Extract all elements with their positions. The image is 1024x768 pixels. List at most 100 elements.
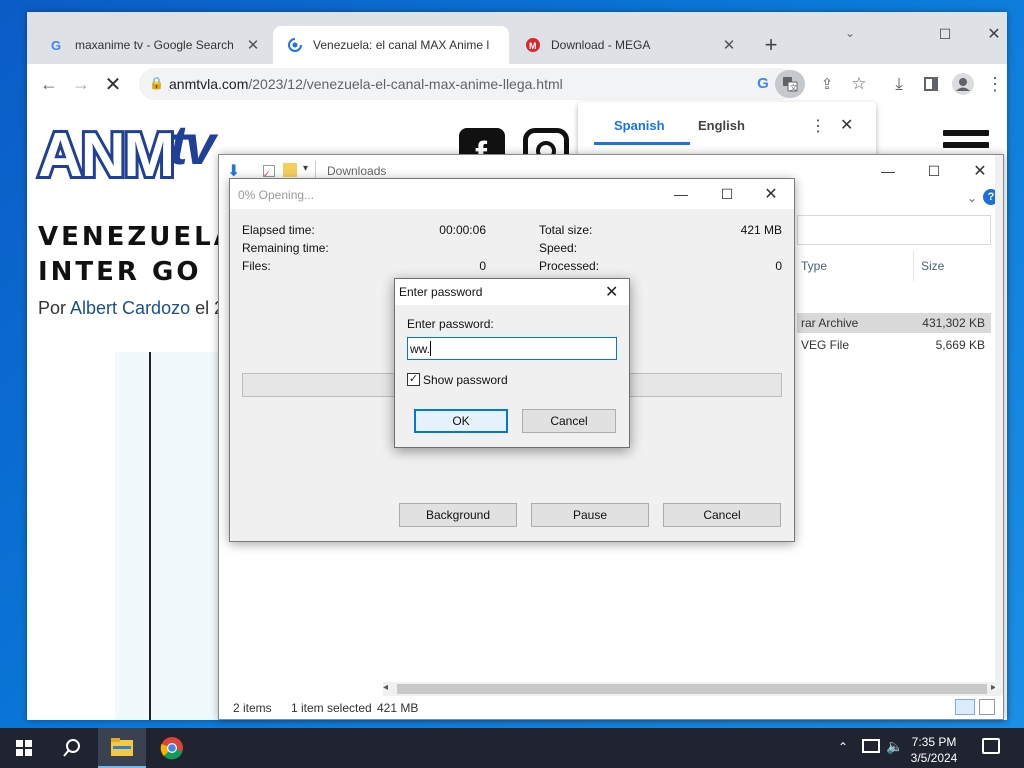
selected-count: 1 item selected [291, 701, 372, 715]
large-icons-view-icon[interactable] [979, 699, 995, 715]
translate-icon[interactable]: 文 [775, 70, 805, 98]
tab-venezuela[interactable]: Venezuela: el canal MAX Anime l [273, 26, 509, 64]
file-size: 431,302 KB [922, 316, 985, 330]
search-icon[interactable] [48, 728, 96, 768]
back-icon[interactable]: ← [35, 70, 63, 98]
folder-icon[interactable] [283, 163, 297, 177]
progress-titlebar: 0% Opening... — ☐ ✕ [230, 179, 794, 209]
maximize-icon[interactable]: ☐ [933, 26, 957, 46]
show-hidden-icons-icon[interactable]: ⌃ [838, 740, 848, 754]
close-translate-icon[interactable]: ✕ [840, 115, 853, 135]
tab-title: Venezuela: el canal MAX Anime l [313, 38, 490, 52]
active-tab-indicator [594, 142, 690, 145]
elapsed-value: 00:00:06 [439, 223, 486, 237]
tab-title: maxanime tv - Google Search [75, 38, 234, 52]
details-view-icon[interactable] [955, 699, 975, 715]
network-icon[interactable] [862, 739, 880, 753]
menu-kebab-icon[interactable]: ⋮ [981, 70, 1007, 98]
cancel-button[interactable]: Cancel [522, 409, 616, 433]
new-tab-button[interactable]: + [759, 34, 783, 58]
type-column-header[interactable]: Type [801, 259, 827, 273]
file-row[interactable]: VEG File 5,669 KB [797, 335, 991, 355]
size-column-header[interactable]: Size [921, 259, 944, 273]
file-explorer-taskbar-button[interactable] [98, 728, 146, 768]
author-link[interactable]: Albert Cardozo [70, 298, 190, 318]
start-button[interactable] [0, 728, 48, 768]
explorer-title: Downloads [327, 164, 387, 178]
side-panel-icon[interactable] [917, 70, 945, 98]
files-value: 0 [479, 259, 486, 273]
lock-icon: 🔒 [149, 76, 164, 90]
close-dialog-icon[interactable]: ✕ [605, 282, 618, 302]
lang-source-tab[interactable]: Spanish [614, 118, 665, 133]
password-prompt: Enter password: [407, 317, 494, 331]
site-logo[interactable]: ANM [35, 118, 178, 193]
translate-options-icon[interactable]: ⋮ [810, 116, 826, 136]
maximize-icon[interactable]: ☐ [911, 155, 957, 187]
files-label: Files: [242, 259, 271, 273]
browser-toolbar: ← → ✕ 🔒 anmtvla.com/2023/12/venezuela-el… [27, 64, 1007, 104]
column-header-row: Type Size [797, 251, 991, 295]
password-value: ww. [410, 342, 431, 356]
url-domain: anmtvla.com [169, 76, 249, 92]
horizontal-scrollbar[interactable]: ◂ ▸ [383, 682, 1001, 696]
close-dialog-icon[interactable]: ✕ [748, 179, 794, 209]
close-tab-icon[interactable]: ✕ [721, 37, 737, 54]
show-password-checkbox[interactable]: ✓ [407, 373, 420, 386]
password-input[interactable]: ww. [407, 337, 617, 360]
byline-prefix: Por [38, 298, 71, 318]
url-text: anmtvla.com/2023/12/venezuela-el-canal-m… [169, 76, 563, 92]
site-logo-tv: tv [169, 113, 216, 176]
tab-mega[interactable]: M Download - MEGA ✕ [511, 26, 747, 64]
search-input[interactable] [797, 215, 991, 245]
close-window-icon[interactable]: ✕ [982, 24, 1006, 44]
mega-icon: M [525, 37, 541, 53]
cancel-button[interactable]: Cancel [663, 503, 781, 527]
volume-muted-icon[interactable]: 🔈 [886, 738, 903, 755]
bookmark-star-icon[interactable]: ☆ [845, 70, 873, 98]
clock-time: 7:35 PM [911, 735, 957, 749]
clock[interactable]: 7:35 PM 3/5/2024 [904, 734, 964, 766]
elapsed-label: Elapsed time: [242, 223, 315, 237]
quick-access-dropdown-icon[interactable]: ▾ [303, 163, 308, 174]
selected-size: 421 MB [377, 701, 419, 715]
google-lens-icon[interactable]: G [751, 72, 775, 96]
item-count: 2 items [233, 701, 272, 715]
column-divider [913, 251, 914, 281]
ok-button[interactable]: OK [414, 409, 508, 433]
address-bar[interactable]: 🔒 anmtvla.com/2023/12/venezuela-el-canal… [139, 68, 805, 100]
tab-google-search[interactable]: G maxanime tv - Google Search ✕ [35, 26, 271, 64]
download-icon[interactable]: ⤓ [885, 70, 913, 98]
minimize-icon[interactable]: — [658, 179, 704, 209]
svg-text:M: M [529, 41, 537, 51]
notifications-icon[interactable] [982, 738, 1000, 754]
lang-target-tab[interactable]: English [698, 118, 745, 133]
scrollbar-thumb[interactable] [397, 684, 987, 694]
forward-icon[interactable]: → [67, 70, 95, 98]
url-path: /2023/12/venezuela-el-canal-max-anime-ll… [248, 76, 563, 92]
vertical-scrollbar[interactable] [995, 155, 1003, 695]
translate-popup: Spanish English ⋮ ✕ [578, 102, 876, 162]
scroll-left-icon[interactable]: ◂ [383, 682, 388, 693]
total-size-value: 421 MB [740, 223, 782, 237]
google-icon: G [49, 37, 65, 53]
background-button[interactable]: Background [399, 503, 517, 527]
close-tab-icon[interactable]: ✕ [245, 37, 261, 54]
profile-icon[interactable] [949, 70, 977, 98]
loading-icon [287, 37, 303, 53]
explorer-status-bar: 2 items 1 item selected 421 MB [219, 697, 1003, 719]
chrome-taskbar-button[interactable] [148, 728, 196, 768]
tab-search-icon[interactable]: ⌄ [845, 26, 855, 40]
file-row-selected[interactable]: rar Archive 431,302 KB [797, 313, 991, 333]
file-type: VEG File [801, 338, 850, 352]
share-icon[interactable]: ⇪ [813, 70, 841, 98]
minimize-icon[interactable]: — [865, 155, 911, 187]
processed-value: 0 [775, 259, 782, 273]
maximize-icon[interactable]: ☐ [704, 179, 750, 209]
clock-date: 3/5/2024 [910, 751, 958, 765]
stop-loading-icon[interactable]: ✕ [99, 70, 127, 98]
password-dialog: Enter password ✕ Enter password: ww. ✓ S… [394, 278, 630, 448]
pause-button[interactable]: Pause [531, 503, 649, 527]
text-cursor [430, 341, 431, 356]
ribbon-expand-icon[interactable]: ⌄ [967, 191, 977, 205]
